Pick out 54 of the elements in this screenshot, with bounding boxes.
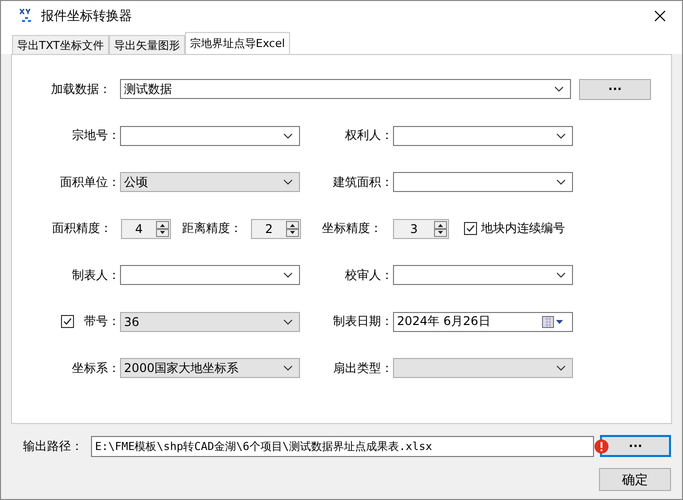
chevron-icon bbox=[283, 272, 293, 278]
number-spinner[interactable]: 3 bbox=[393, 218, 449, 238]
chevron-icon bbox=[283, 318, 293, 324]
dropdown[interactable] bbox=[120, 265, 300, 285]
data-dropdown[interactable]: 测试数据 bbox=[120, 79, 571, 99]
spin-arrows-icon[interactable] bbox=[286, 220, 299, 236]
chevron-icon bbox=[554, 86, 564, 92]
spin-arrows-icon[interactable] bbox=[156, 220, 169, 236]
field-label: 面积单位： bbox=[60, 174, 120, 190]
field-label: 权利人： bbox=[345, 127, 393, 144]
chevron-icon bbox=[556, 272, 566, 278]
dropdown[interactable]: 2000国家大地坐标系 bbox=[120, 358, 300, 378]
dropdown[interactable]: 36 bbox=[120, 312, 300, 332]
checkbox-label: 地块内连续编号 bbox=[481, 220, 565, 237]
tab[interactable]: 宗地界址点导Excel bbox=[184, 32, 290, 54]
field-label: 带号： bbox=[84, 313, 120, 330]
dropdown[interactable] bbox=[393, 126, 573, 146]
chevron-icon bbox=[283, 179, 293, 185]
field-label: 坐标系： bbox=[72, 360, 120, 376]
field-label: 建筑面积： bbox=[333, 174, 393, 190]
chevron-icon bbox=[556, 365, 566, 371]
chevron-icon bbox=[556, 179, 566, 185]
checkbox[interactable] bbox=[464, 222, 477, 235]
spin-arrows-icon[interactable] bbox=[434, 220, 447, 236]
dropdown[interactable] bbox=[393, 172, 573, 192]
number-spinner[interactable]: 2 bbox=[251, 218, 301, 238]
field-label: 输出路径： bbox=[23, 438, 84, 454]
dropdown[interactable] bbox=[393, 265, 573, 285]
output-path-field[interactable]: E:\FME模板\shp转CAD金湖\6个项目\测试数据界址点成果表.xlsx bbox=[91, 436, 594, 456]
checkbox[interactable] bbox=[61, 315, 74, 328]
browse-button[interactable]: ··· bbox=[579, 78, 651, 100]
close-icon[interactable] bbox=[654, 10, 666, 22]
field-label: 距离精度： bbox=[182, 220, 242, 237]
calendar-icon bbox=[542, 316, 564, 328]
dropdown[interactable]: 公顷 bbox=[120, 172, 300, 192]
field-label: 扇出类型： bbox=[333, 360, 393, 376]
browse-button[interactable]: ··· bbox=[600, 435, 671, 457]
dropdown[interactable] bbox=[120, 126, 300, 146]
chevron-icon bbox=[283, 365, 293, 371]
date-picker[interactable]: 2024年 6月26日 bbox=[393, 312, 573, 332]
number-spinner[interactable]: 4 bbox=[121, 218, 171, 238]
field-label: 面积精度： bbox=[51, 220, 112, 237]
chevron-icon bbox=[283, 132, 293, 138]
field-label: 坐标精度： bbox=[321, 220, 382, 237]
tab[interactable]: 导出矢量图形 bbox=[108, 35, 185, 54]
tab[interactable]: 导出TXT坐标文件 bbox=[12, 35, 109, 54]
window-title: 报件坐标转换器 bbox=[41, 8, 133, 25]
field-label: 宗地号： bbox=[72, 127, 120, 144]
chevron-icon bbox=[556, 132, 566, 138]
ok-button[interactable]: 确定 bbox=[599, 468, 671, 491]
field-label: 校审人： bbox=[345, 266, 393, 284]
field-label: 制表人： bbox=[72, 266, 120, 284]
field-label: 制表日期： bbox=[333, 313, 393, 330]
field-label: 加载数据： bbox=[50, 80, 112, 98]
